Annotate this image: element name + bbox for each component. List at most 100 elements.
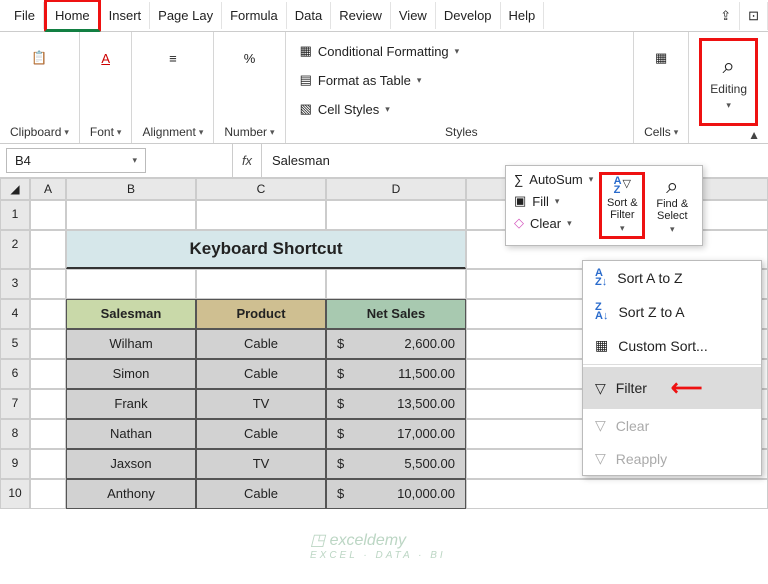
find-select-button[interactable]: Find & Select▾ (649, 172, 695, 239)
clear-button[interactable]: ◇Clear ▾ (514, 215, 593, 231)
format-as-table[interactable]: ▤Format as Table ▾ (300, 67, 422, 93)
name-box[interactable]: B4 ▾ (6, 148, 146, 173)
table-cell[interactable]: Wilham (66, 329, 196, 359)
row-header[interactable]: 9 (0, 449, 30, 479)
name-box-value: B4 (15, 153, 31, 168)
editing-dropdown-panel: ∑AutoSum ▾ ▣Fill ▾ ◇Clear ▾ AZ▽ Sort & F… (505, 165, 703, 246)
menu-clear-filter: ▽Clear (583, 409, 761, 442)
reapply-icon: ▽ (595, 450, 606, 467)
tab-file[interactable]: File (6, 2, 44, 29)
row-header[interactable]: 4 (0, 299, 30, 329)
alignment-icon: ≡ (161, 46, 185, 70)
table-cell[interactable]: TV (196, 389, 326, 419)
chevron-down-icon: ▾ (64, 127, 69, 138)
custom-sort-icon: ▦ (595, 337, 608, 354)
funnel-icon: ▽ (595, 380, 606, 397)
group-alignment[interactable]: ≡ Alignment▾ (132, 32, 214, 143)
percent-icon: % (237, 46, 261, 70)
table-cell[interactable]: Cable (196, 419, 326, 449)
conditional-formatting[interactable]: ▦Conditional Formatting ▾ (300, 38, 460, 64)
tab-page-layout[interactable]: Page Lay (150, 2, 222, 29)
table-cell[interactable]: TV (196, 449, 326, 479)
col-header-a[interactable]: A (30, 178, 66, 200)
table-cell[interactable]: Jaxson (66, 449, 196, 479)
table-cell[interactable]: $11,500.00 (326, 359, 466, 389)
col-header-c[interactable]: C (196, 178, 326, 200)
sort-az-icon: AZ↓ (595, 269, 607, 287)
col-header-d[interactable]: D (326, 178, 466, 200)
table-cell[interactable]: Cable (196, 359, 326, 389)
table-icon: ▤ (300, 72, 312, 88)
clipboard-icon: 📋 (27, 46, 51, 70)
table-cell[interactable]: Simon (66, 359, 196, 389)
table-cell[interactable]: $10,000.00 (326, 479, 466, 509)
menu-reapply: ▽Reapply (583, 442, 761, 475)
table-cell[interactable]: Frank (66, 389, 196, 419)
watermark: ◳ exceldemy EXCEL · DATA · BI (310, 530, 446, 561)
table-cell[interactable]: $5,500.00 (326, 449, 466, 479)
tab-insert[interactable]: Insert (101, 2, 151, 29)
tab-review[interactable]: Review (331, 2, 391, 29)
group-cells[interactable]: ▦ Cells▾ (634, 32, 689, 143)
tab-help[interactable]: Help (501, 2, 545, 29)
group-number[interactable]: % Number▾ (214, 32, 285, 143)
header-salesman[interactable]: Salesman (66, 299, 196, 329)
table-cell[interactable]: $17,000.00 (326, 419, 466, 449)
funnel-icon: ▽ (623, 177, 631, 195)
row-header[interactable]: 1 (0, 200, 30, 230)
share-icon[interactable]: ⇪ (712, 2, 740, 30)
header-product[interactable]: Product (196, 299, 326, 329)
table-cell[interactable]: Nathan (66, 419, 196, 449)
menu-sort-az[interactable]: AZ↓Sort A to Z (583, 261, 761, 295)
sort-filter-menu: AZ↓Sort A to Z ZA↓Sort Z to A ▦Custom So… (582, 260, 762, 476)
search-icon (717, 54, 741, 78)
cf-icon: ▦ (300, 43, 312, 59)
cell-styles[interactable]: ▧Cell Styles ▾ (300, 96, 390, 122)
collapse-ribbon-icon[interactable]: ▲ (748, 128, 760, 142)
cellstyles-icon: ▧ (300, 101, 312, 117)
tab-formula[interactable]: Formula (222, 2, 287, 29)
tab-view[interactable]: View (391, 2, 436, 29)
row-header[interactable]: 3 (0, 269, 30, 299)
styles-caption: Styles (445, 125, 478, 139)
fill-icon: ▣ (514, 193, 526, 209)
eraser-icon: ◇ (514, 215, 524, 231)
row-header[interactable]: 8 (0, 419, 30, 449)
az-icon: AZ (614, 177, 622, 195)
row-header[interactable]: 5 (0, 329, 30, 359)
row-header[interactable]: 10 (0, 479, 30, 509)
chevron-down-icon[interactable]: ▾ (132, 155, 137, 166)
table-cell[interactable]: Cable (196, 329, 326, 359)
menu-custom-sort[interactable]: ▦Custom Sort... (583, 329, 761, 362)
comments-icon[interactable]: ⊡ (740, 2, 768, 30)
menu-filter[interactable]: ▽Filter⟵ (583, 367, 761, 409)
ribbon: 📋 Clipboard▾ A Font▾ ≡ Alignment▾ % Numb… (0, 32, 768, 144)
select-all-corner[interactable]: ◢ (0, 178, 30, 200)
tab-data[interactable]: Data (287, 2, 331, 29)
group-clipboard[interactable]: 📋 Clipboard▾ (0, 32, 80, 143)
row-header[interactable]: 7 (0, 389, 30, 419)
row-header[interactable]: 6 (0, 359, 30, 389)
group-styles: ▦Conditional Formatting ▾ ▤Format as Tab… (286, 32, 635, 143)
autosum-button[interactable]: ∑AutoSum ▾ (514, 172, 593, 187)
tab-home[interactable]: Home (44, 0, 101, 32)
fx-button[interactable]: fx (232, 144, 262, 177)
tab-develop[interactable]: Develop (436, 2, 501, 29)
font-icon: A (94, 46, 118, 70)
table-cell[interactable]: Cable (196, 479, 326, 509)
table-cell[interactable]: $2,600.00 (326, 329, 466, 359)
title-cell[interactable]: Keyboard Shortcut (66, 230, 466, 269)
menu-sort-za[interactable]: ZA↓Sort Z to A (583, 295, 761, 329)
table-cell[interactable]: Anthony (66, 479, 196, 509)
annotation-arrow: ⟵ (671, 375, 703, 401)
col-header-b[interactable]: B (66, 178, 196, 200)
header-netsales[interactable]: Net Sales (326, 299, 466, 329)
fill-button[interactable]: ▣Fill ▾ (514, 193, 593, 209)
group-editing[interactable]: Editing ▾ (689, 32, 768, 143)
group-font[interactable]: A Font▾ (80, 32, 133, 143)
sort-filter-button[interactable]: AZ▽ Sort & Filter▾ (599, 172, 645, 239)
row-header[interactable]: 2 (0, 230, 30, 269)
search-icon (666, 177, 678, 196)
menu-tabs: File Home Insert Page Lay Formula Data R… (0, 0, 768, 32)
table-cell[interactable]: $13,500.00 (326, 389, 466, 419)
